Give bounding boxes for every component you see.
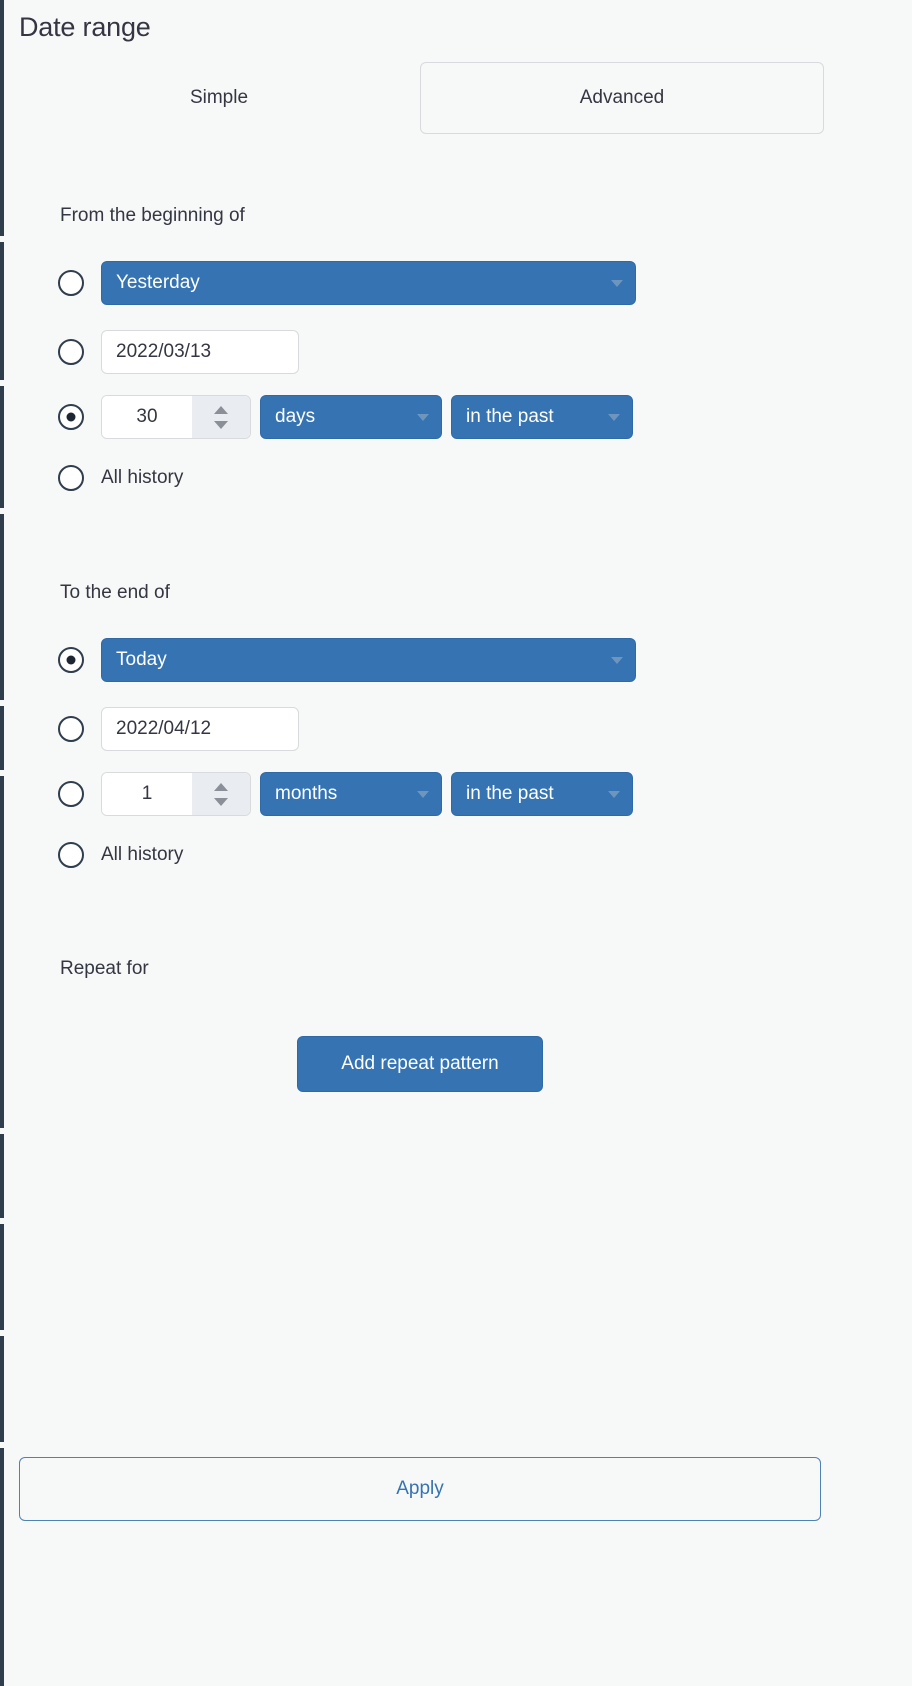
tab-simple[interactable]: Simple bbox=[18, 62, 420, 134]
from-date-row: 2022/03/13 bbox=[58, 328, 299, 376]
spinner-down-icon[interactable] bbox=[214, 797, 228, 806]
to-relative-row: 1 months in the past bbox=[58, 770, 633, 818]
page-title: Date range bbox=[19, 12, 151, 42]
from-all-history-row: All history bbox=[58, 454, 183, 502]
to-relative-radio[interactable] bbox=[58, 781, 84, 807]
to-section-label: To the end of bbox=[60, 582, 170, 603]
from-relative-radio[interactable] bbox=[58, 404, 84, 430]
to-all-history-row: All history bbox=[58, 831, 183, 879]
edge-gap bbox=[0, 1218, 4, 1224]
to-relative-direction-value: in the past bbox=[466, 783, 554, 804]
from-relative-amount-stepper[interactable]: 30 bbox=[101, 395, 251, 439]
edge-gap bbox=[0, 1330, 4, 1336]
from-relative-unit-select[interactable]: days bbox=[260, 395, 442, 439]
from-relative-direction-value: in the past bbox=[466, 406, 554, 427]
edge-gap bbox=[0, 1128, 4, 1134]
spinner-up-icon[interactable] bbox=[214, 782, 228, 791]
chevron-down-icon bbox=[611, 657, 623, 664]
from-all-history-radio[interactable] bbox=[58, 465, 84, 491]
to-relative-unit-value: months bbox=[275, 783, 338, 804]
chevron-down-icon bbox=[608, 791, 620, 798]
to-preset-radio[interactable] bbox=[58, 647, 84, 673]
to-all-history-label: All history bbox=[101, 844, 184, 865]
spinner-up-icon[interactable] bbox=[214, 405, 228, 414]
edge-gap bbox=[0, 508, 4, 514]
from-preset-select[interactable]: Yesterday bbox=[101, 261, 636, 305]
from-date-input[interactable]: 2022/03/13 bbox=[101, 330, 299, 374]
from-preset-radio[interactable] bbox=[58, 270, 84, 296]
chevron-down-icon bbox=[611, 280, 623, 287]
to-preset-value: Today bbox=[116, 649, 167, 670]
repeat-section-label: Repeat for bbox=[60, 958, 149, 979]
from-relative-amount-spinner[interactable] bbox=[192, 396, 250, 438]
tab-advanced[interactable]: Advanced bbox=[420, 62, 824, 134]
edge-gap bbox=[0, 700, 4, 706]
date-range-panel: Date range Simple Advanced From the begi… bbox=[0, 0, 912, 1686]
from-preset-value: Yesterday bbox=[116, 272, 200, 293]
from-date-radio[interactable] bbox=[58, 339, 84, 365]
apply-button[interactable]: Apply bbox=[19, 1457, 821, 1521]
to-relative-amount-value[interactable]: 1 bbox=[102, 773, 192, 815]
from-all-history-label: All history bbox=[101, 467, 184, 488]
from-relative-unit-value: days bbox=[275, 406, 316, 427]
edge-gap bbox=[0, 1442, 4, 1448]
mode-tabs: Simple Advanced bbox=[18, 62, 824, 134]
to-relative-direction-select[interactable]: in the past bbox=[451, 772, 633, 816]
to-date-radio[interactable] bbox=[58, 716, 84, 742]
from-relative-row: 30 days in the past bbox=[58, 393, 633, 441]
edge-gap bbox=[0, 770, 4, 776]
from-preset-row: Yesterday bbox=[58, 259, 636, 307]
to-preset-row: Today bbox=[58, 636, 636, 684]
chevron-down-icon bbox=[608, 414, 620, 421]
to-date-input[interactable]: 2022/04/12 bbox=[101, 707, 299, 751]
chevron-down-icon bbox=[417, 414, 429, 421]
to-relative-amount-spinner[interactable] bbox=[192, 773, 250, 815]
panel-left-edge bbox=[0, 0, 4, 1686]
edge-gap bbox=[0, 380, 4, 386]
spinner-down-icon[interactable] bbox=[214, 420, 228, 429]
from-relative-direction-select[interactable]: in the past bbox=[451, 395, 633, 439]
to-all-history-radio[interactable] bbox=[58, 842, 84, 868]
to-preset-select[interactable]: Today bbox=[101, 638, 636, 682]
edge-gap bbox=[0, 236, 4, 242]
chevron-down-icon bbox=[417, 791, 429, 798]
from-section-label: From the beginning of bbox=[60, 205, 245, 226]
from-relative-amount-value[interactable]: 30 bbox=[102, 396, 192, 438]
add-repeat-pattern-button[interactable]: Add repeat pattern bbox=[297, 1036, 543, 1092]
to-relative-amount-stepper[interactable]: 1 bbox=[101, 772, 251, 816]
to-relative-unit-select[interactable]: months bbox=[260, 772, 442, 816]
to-date-row: 2022/04/12 bbox=[58, 705, 299, 753]
